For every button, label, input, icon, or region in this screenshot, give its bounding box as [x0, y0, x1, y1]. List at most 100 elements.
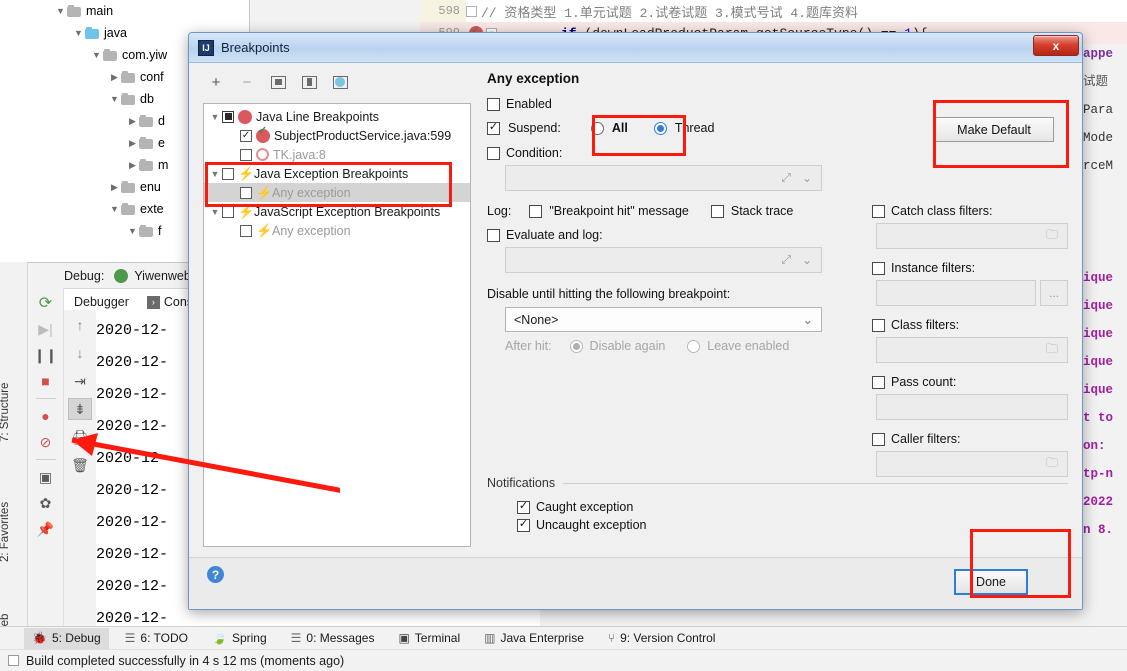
log-stack-trace-checkbox[interactable]	[710, 204, 724, 218]
log-breakpoint-hit-checkbox[interactable]	[529, 204, 543, 218]
expand-icon[interactable]: ⤢	[781, 253, 791, 268]
breakpoint-checkbox[interactable]	[240, 148, 252, 161]
instance-filters-input[interactable]	[876, 280, 1036, 306]
tree-node-java-line-breakpoints[interactable]: ▼ Java Line Breakpoints	[204, 107, 470, 126]
chevron-down-icon[interactable]: ⌄	[803, 312, 813, 327]
debug-actions-toolbar[interactable]: ⟳ ▶| ❙❙ ■ ● ⊘ ▣ ✿ 📌	[28, 288, 64, 626]
breakpoint-checkbox[interactable]: ✓	[240, 129, 252, 142]
pause-icon[interactable]: ❙❙	[34, 344, 58, 366]
uncaught-exception-checkbox[interactable]	[517, 518, 530, 532]
remove-icon[interactable]: −	[238, 73, 256, 91]
caught-exception-row[interactable]: Caught exception	[517, 500, 1068, 514]
add-icon[interactable]: +	[207, 73, 225, 91]
bottom-tool-tabs[interactable]: 🐞 5: Debug ☰ 6: TODO 🍃 Spring ☰ 0: Messa…	[0, 626, 1127, 649]
tree-arrow-icon[interactable]: ▼	[126, 226, 139, 236]
instance-filters-row[interactable]: Instance filters:	[872, 261, 1068, 275]
tree-arrow-icon[interactable]: ▼	[54, 6, 67, 16]
tree-arrow-icon[interactable]: ▶	[126, 160, 139, 171]
condition-checkbox[interactable]	[487, 146, 500, 160]
tab-debug[interactable]: 🐞 5: Debug	[24, 627, 109, 649]
tree-node-subject-product-service[interactable]: ✓ SubjectProductService.java:599	[204, 124, 470, 145]
tab-version-control[interactable]: ⑂ 9: Version Control	[600, 628, 724, 649]
export-icon[interactable]: 🖨	[68, 426, 92, 448]
tree-arrow-icon[interactable]: ▼	[90, 50, 103, 60]
enabled-checkbox[interactable]	[487, 97, 500, 111]
condition-input[interactable]: ⤢ ⌄	[505, 165, 822, 191]
left-tool-stripe[interactable]: 7: Structure 2: Favorites Web	[0, 262, 28, 637]
help-icon[interactable]: ?	[207, 566, 224, 583]
evaluate-and-log-input[interactable]: ⤢ ⌄	[505, 247, 822, 273]
tab-debugger[interactable]: Debugger	[74, 295, 129, 309]
tree-arrow-icon[interactable]: ▶	[108, 72, 121, 83]
caught-exception-checkbox[interactable]	[517, 500, 530, 514]
after-hit-leave-enabled-radio[interactable]	[687, 339, 701, 353]
folder-icon[interactable]: 🗀	[1046, 226, 1058, 247]
catch-class-filters-row[interactable]: Catch class filters:	[872, 204, 1068, 218]
group-checkbox[interactable]	[222, 110, 234, 123]
pass-count-checkbox[interactable]	[872, 375, 885, 389]
dialog-titlebar[interactable]: IJ Breakpoints x	[189, 33, 1082, 63]
view-breakpoints-icon[interactable]: ●	[34, 405, 58, 427]
catch-class-filters-checkbox[interactable]	[872, 204, 885, 218]
tab-spring[interactable]: 🍃 Spring	[204, 628, 275, 649]
snapshot-icon[interactable]: ▣	[34, 466, 58, 488]
class-filters-input[interactable]: 🗀	[876, 337, 1068, 363]
tree-arrow-icon[interactable]: ▼	[108, 94, 121, 104]
tree-arrow-icon[interactable]: ▶	[126, 138, 139, 149]
delete-icon[interactable]: 🗑	[68, 454, 92, 476]
suspend-checkbox[interactable]	[487, 121, 500, 135]
fold-icon[interactable]	[466, 5, 477, 17]
mute-breakpoints-icon[interactable]: ⊘	[34, 431, 58, 453]
class-filters-checkbox[interactable]	[872, 318, 885, 332]
instance-filters-checkbox[interactable]	[872, 261, 885, 275]
tab-java-enterprise[interactable]: ▥ Java Enterprise	[476, 628, 592, 649]
breakpoint-checkbox[interactable]	[240, 224, 252, 237]
chevron-down-icon[interactable]: ▼	[208, 207, 222, 217]
expand-icon[interactable]: ⤢	[781, 171, 791, 186]
soft-wrap-icon[interactable]: ⇥	[68, 370, 92, 392]
caller-filters-input[interactable]: 🗀	[876, 451, 1068, 477]
tree-node-any-exception-js[interactable]: ⚡ Any exception	[204, 221, 470, 240]
stripe-button-structure[interactable]: 7: Structure	[0, 383, 11, 442]
stop-icon[interactable]: ■	[34, 370, 58, 392]
project-tree-row[interactable]: ▼ main	[0, 0, 249, 22]
step-down-icon[interactable]: ↓	[68, 342, 92, 364]
debug-step-toolbar[interactable]: ↑ ↓ ⇥ ⇟ 🖨 🗑	[64, 310, 96, 626]
folder-icon[interactable]: 🗀	[1046, 340, 1058, 361]
tree-arrow-icon[interactable]: ▶	[126, 116, 139, 127]
settings-icon[interactable]: ✿	[34, 492, 58, 514]
caller-filters-row[interactable]: Caller filters:	[872, 432, 1068, 446]
folder-icon[interactable]: 🗀	[1046, 454, 1058, 475]
view-source-icon[interactable]	[331, 73, 349, 91]
tree-arrow-icon[interactable]: ▼	[72, 28, 85, 38]
stripe-button-favorites[interactable]: 2: Favorites	[0, 502, 11, 562]
scroll-to-end-icon[interactable]: ⇟	[68, 398, 92, 420]
save-to-file-icon[interactable]	[300, 73, 318, 91]
chevron-down-icon[interactable]: ⌄	[802, 171, 812, 185]
chevron-down-icon[interactable]: ▼	[208, 112, 222, 122]
class-filters-label: Class filters:	[891, 318, 960, 332]
close-icon[interactable]: x	[1033, 35, 1079, 56]
group-checkbox[interactable]	[222, 205, 234, 218]
pass-count-row[interactable]: Pass count:	[872, 375, 1068, 389]
caller-filters-checkbox[interactable]	[872, 432, 885, 446]
instance-filters-browse-button[interactable]: ...	[1040, 280, 1068, 306]
pass-count-input[interactable]	[876, 394, 1068, 420]
step-up-icon[interactable]: ↑	[68, 314, 92, 336]
evaluate-and-log-checkbox[interactable]	[487, 228, 500, 242]
breakpoints-toolbar[interactable]: + −	[207, 73, 349, 91]
resume-icon[interactable]: ▶|	[34, 318, 58, 340]
disable-until-combo[interactable]: <None> ⌄	[505, 307, 822, 332]
rerun-icon[interactable]: ⟳	[34, 292, 58, 314]
pin-icon[interactable]: 📌	[34, 518, 58, 540]
group-by-file-icon[interactable]	[269, 73, 287, 91]
tab-todo[interactable]: ☰ 6: TODO	[117, 628, 196, 649]
tab-messages[interactable]: ☰ 0: Messages	[283, 628, 383, 649]
class-filters-row[interactable]: Class filters:	[872, 318, 1068, 332]
catch-class-filters-input[interactable]: 🗀	[876, 223, 1068, 249]
chevron-down-icon[interactable]: ⌄	[802, 253, 812, 267]
tree-arrow-icon[interactable]: ▶	[108, 182, 121, 193]
tree-arrow-icon[interactable]: ▼	[108, 204, 121, 214]
after-hit-disable-again-radio[interactable]	[569, 339, 583, 353]
tab-terminal[interactable]: ▣ Terminal	[390, 628, 468, 649]
